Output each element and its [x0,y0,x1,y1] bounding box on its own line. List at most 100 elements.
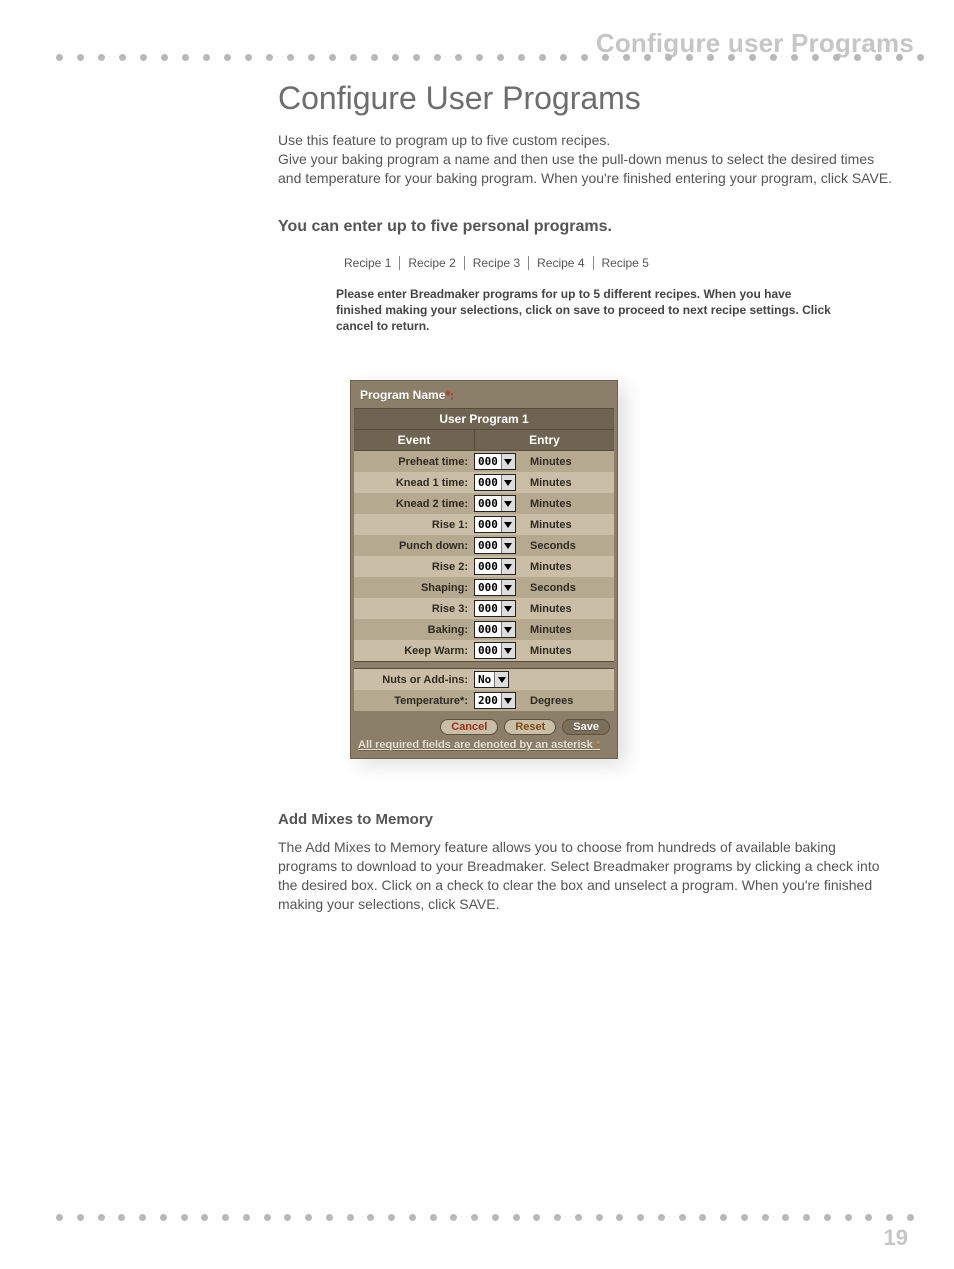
event-unit: Seconds [524,582,614,594]
dropdown-arrow-icon [501,475,515,490]
event-label: Rise 1: [354,519,474,531]
tab-recipe-3[interactable]: Recipe 3 [464,256,528,270]
event-row: Preheat time:000 Minutes [354,451,614,472]
event-value: 000 [475,581,501,594]
event-row: Rise 1:000 Minutes [354,514,614,535]
event-unit: Minutes [524,624,614,636]
event-value: 000 [475,497,501,510]
add-mixes-heading: Add Mixes to Memory [278,811,894,828]
tab-instructions: Please enter Breadmaker programs for up … [336,286,836,335]
addins-label: Nuts or Add-ins: [354,674,474,686]
tab-recipe-1[interactable]: Recipe 1 [336,256,399,270]
event-select[interactable]: 000 [474,600,516,617]
event-unit: Minutes [524,561,614,573]
event-value: 000 [475,623,501,636]
tab-recipe-5[interactable]: Recipe 5 [593,256,657,270]
event-label: Knead 2 time: [354,498,474,510]
event-select[interactable]: 000 [474,495,516,512]
reset-button[interactable]: Reset [504,719,556,735]
event-select[interactable]: 000 [474,474,516,491]
event-label: Baking: [354,624,474,636]
col-event: Event [354,430,474,450]
recipe-tabs: Recipe 1Recipe 2Recipe 3Recipe 4Recipe 5 [336,256,894,270]
event-row: Rise 3:000 Minutes [354,598,614,619]
event-label: Knead 1 time: [354,477,474,489]
event-select[interactable]: 000 [474,642,516,659]
event-value: 000 [475,560,501,573]
event-select[interactable]: 000 [474,453,516,470]
event-label: Rise 3: [354,603,474,615]
column-headers: Event Entry [354,430,614,451]
dropdown-arrow-icon [501,643,515,658]
event-row: Baking:000 Minutes [354,619,614,640]
event-unit: Minutes [524,477,614,489]
program-name-value: User Program 1 [354,408,614,430]
header-dot-rule [56,54,924,61]
event-label: Punch down: [354,540,474,552]
dropdown-arrow-icon [501,693,515,708]
dropdown-arrow-icon [501,517,515,532]
event-select[interactable]: 000 [474,537,516,554]
event-value: 000 [475,476,501,489]
add-mixes-section: Add Mixes to Memory The Add Mixes to Mem… [278,811,894,914]
event-unit: Minutes [524,456,614,468]
dropdown-arrow-icon [501,496,515,511]
cancel-button[interactable]: Cancel [440,719,498,735]
tab-recipe-2[interactable]: Recipe 2 [399,256,463,270]
required-asterisk: *: [445,388,454,402]
intro-text: Use this feature to program up to five c… [278,131,894,188]
button-row: Cancel Reset Save [354,711,614,739]
event-label: Preheat time: [354,456,474,468]
save-button[interactable]: Save [562,719,610,735]
required-note: All required fields are denoted by an as… [354,739,614,755]
subheading: You can enter up to five personal progra… [278,218,894,236]
event-label: Shaping: [354,582,474,594]
addins-select[interactable]: No [474,671,509,688]
temperature-select[interactable]: 200 [474,692,516,709]
dropdown-arrow-icon [494,672,508,687]
event-row: Punch down:000 Seconds [354,535,614,556]
program-form-panel: Program Name*: User Program 1 Event Entr… [350,380,618,759]
event-unit: Minutes [524,645,614,657]
addins-row: Nuts or Add-ins: No [354,669,614,690]
event-unit: Minutes [524,519,614,531]
event-unit: Seconds [524,540,614,552]
temperature-row: Temperature*: 200 Degrees [354,690,614,711]
event-label: Rise 2: [354,561,474,573]
add-mixes-body: The Add Mixes to Memory feature allows y… [278,838,894,914]
event-label: Keep Warm: [354,645,474,657]
col-entry: Entry [474,430,614,450]
dropdown-arrow-icon [501,580,515,595]
tab-recipe-4[interactable]: Recipe 4 [528,256,592,270]
event-value: 000 [475,518,501,531]
temperature-label: Temperature*: [354,695,474,707]
panel-title-label: Program Name [360,388,445,402]
event-row: Knead 2 time:000 Minutes [354,493,614,514]
event-row: Shaping:000 Seconds [354,577,614,598]
dropdown-arrow-icon [501,622,515,637]
panel-title: Program Name*: [354,384,614,408]
temperature-value: 200 [475,694,501,707]
event-row: Rise 2:000 Minutes [354,556,614,577]
dropdown-arrow-icon [501,559,515,574]
footer-dot-rule [56,1214,914,1221]
event-unit: Minutes [524,498,614,510]
event-row: Knead 1 time:000 Minutes [354,472,614,493]
dropdown-arrow-icon [501,538,515,553]
event-value: 000 [475,455,501,468]
event-value: 000 [475,644,501,657]
addins-value: No [475,673,494,686]
event-select[interactable]: 000 [474,516,516,533]
event-value: 000 [475,539,501,552]
event-select[interactable]: 000 [474,621,516,638]
event-select[interactable]: 000 [474,579,516,596]
event-unit: Minutes [524,603,614,615]
page-number: 19 [884,1225,908,1251]
event-value: 000 [475,602,501,615]
row-divider [354,661,614,669]
dropdown-arrow-icon [501,601,515,616]
event-select[interactable]: 000 [474,558,516,575]
page-title: Configure User Programs [278,80,894,117]
temperature-unit: Degrees [524,695,614,707]
dropdown-arrow-icon [501,454,515,469]
